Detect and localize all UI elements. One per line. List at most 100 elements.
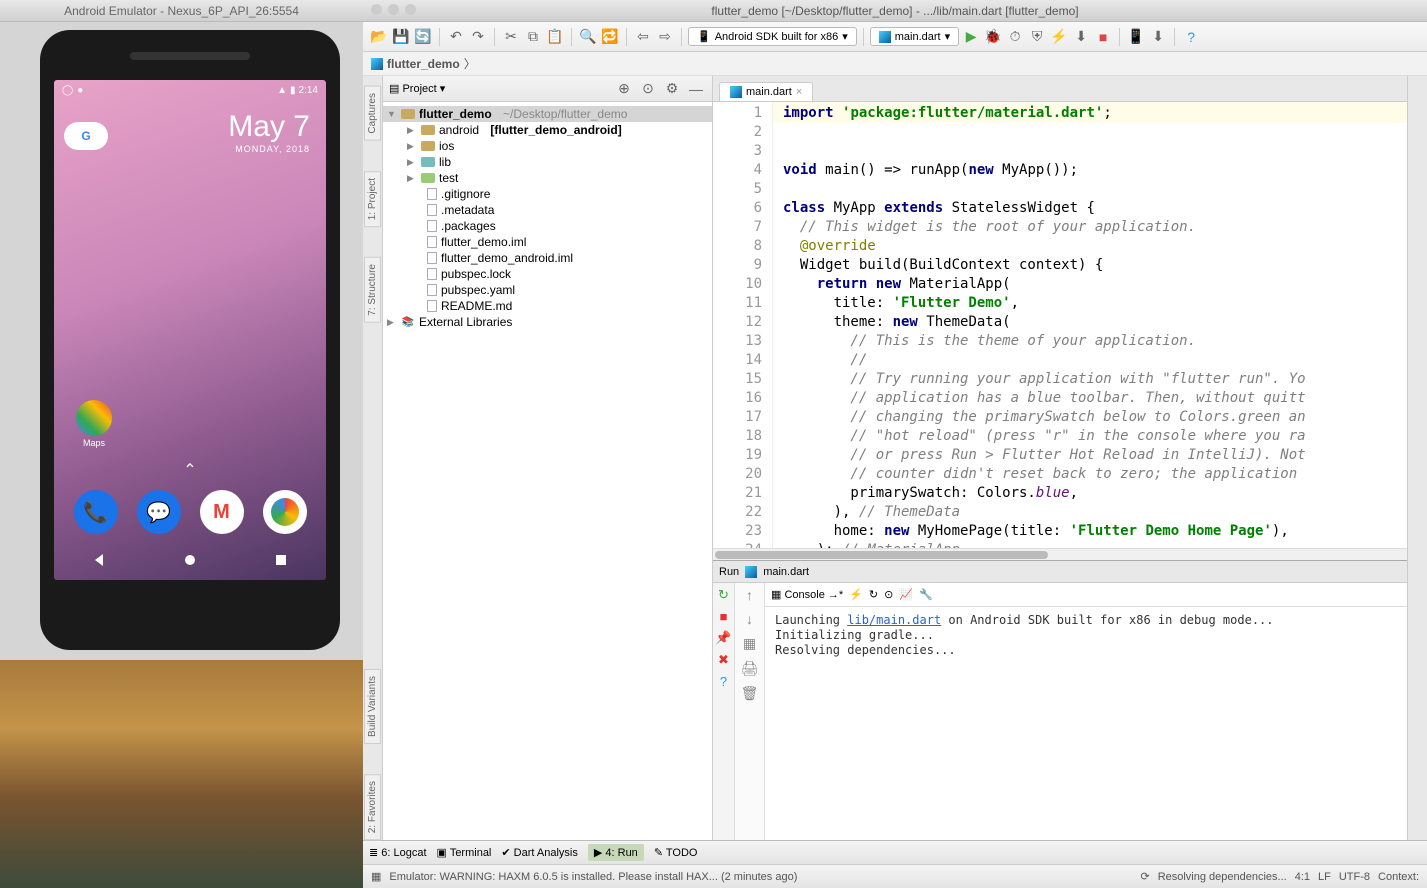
flutter-icon: [730, 86, 742, 98]
attach-icon[interactable]: ⬇: [1071, 27, 1091, 47]
traffic-close-icon[interactable]: [371, 4, 382, 15]
close-run-icon[interactable]: ✖: [718, 652, 729, 668]
sdk-icon[interactable]: ⬇: [1148, 27, 1168, 47]
project-sidetab[interactable]: 1: Project: [364, 171, 381, 227]
inspector-icon[interactable]: 🔧: [919, 588, 933, 601]
gear-icon[interactable]: ⚙: [662, 79, 682, 99]
breadcrumb[interactable]: flutter_demo〉: [363, 52, 1427, 76]
flutter-icon: [879, 31, 891, 43]
restart-icon[interactable]: ↻: [869, 588, 878, 601]
console-link[interactable]: lib/main.dart: [847, 613, 941, 627]
structure-sidetab[interactable]: 7: Structure: [364, 257, 381, 323]
project-panel: ▤ Project ▾ ⊕ ⊙ ⚙ — ▼flutter_demo ~/Desk…: [383, 76, 713, 840]
rerun-icon[interactable]: ↻: [718, 587, 729, 603]
trash-icon[interactable]: 🗑: [741, 685, 759, 702]
target-icon[interactable]: ⊙: [638, 79, 658, 99]
back-nav-icon[interactable]: [91, 552, 107, 568]
code-editor[interactable]: 123456789101112131415161718192021222324 …: [713, 102, 1407, 548]
layout-icon[interactable]: ▦: [743, 635, 756, 652]
battery-icon: ▮: [290, 85, 296, 96]
console-tab[interactable]: ▦ Console →*: [771, 588, 843, 601]
dot-icon: ●: [77, 85, 83, 96]
phone-screen[interactable]: ◯● ▲▮2:14 G May 7 MONDAY, 2018 Maps ⌃ 📞 …: [54, 80, 326, 580]
up-icon[interactable]: ↑: [746, 587, 753, 603]
recents-nav-icon[interactable]: [273, 552, 289, 568]
save-icon[interactable]: 💾: [391, 27, 411, 47]
captures-sidetab[interactable]: Captures: [364, 86, 381, 141]
device-selector[interactable]: 📱Android SDK built for x86▾: [688, 27, 857, 46]
avd-icon[interactable]: 📱: [1126, 27, 1146, 47]
desktop-wallpaper: [0, 660, 363, 888]
replace-icon[interactable]: 🔁: [600, 27, 620, 47]
cursor-position: 4:1: [1295, 871, 1310, 883]
hide-icon[interactable]: —: [686, 79, 706, 99]
file-encoding[interactable]: UTF-8: [1339, 871, 1370, 883]
status-progress: Resolving dependencies...: [1158, 871, 1287, 883]
back-icon[interactable]: ⇦: [633, 27, 653, 47]
redo-icon[interactable]: ↷: [468, 27, 488, 47]
phone-frame: ◯● ▲▮2:14 G May 7 MONDAY, 2018 Maps ⌃ 📞 …: [40, 30, 340, 650]
status-time: 2:14: [299, 85, 318, 96]
traffic-max-icon[interactable]: [405, 4, 416, 15]
open-icon[interactable]: 📂: [369, 27, 389, 47]
horizontal-scrollbar[interactable]: [713, 548, 1407, 560]
project-tree[interactable]: ▼flutter_demo ~/Desktop/flutter_demo ▶an…: [383, 102, 712, 840]
home-nav-icon[interactable]: [182, 552, 198, 568]
stop-run-icon[interactable]: ■: [720, 609, 728, 624]
messages-app-icon[interactable]: 💬: [137, 490, 181, 534]
run-config-selector[interactable]: main.dart▾: [870, 27, 959, 46]
context-label[interactable]: Context:: [1378, 871, 1419, 883]
coverage-icon[interactable]: ⛨: [1027, 27, 1047, 47]
profile-icon[interactable]: ⏱: [1005, 27, 1025, 47]
sync-icon[interactable]: 🔄: [413, 27, 433, 47]
debug-icon[interactable]: 🐞: [983, 27, 1003, 47]
phone-app-icon[interactable]: 📞: [74, 490, 118, 534]
traffic-min-icon[interactable]: [388, 4, 399, 15]
project-view-selector[interactable]: ▤ Project ▾: [389, 82, 445, 95]
gmail-app-icon[interactable]: M: [200, 490, 244, 534]
collapse-icon[interactable]: ⊕: [614, 79, 634, 99]
flutter-icon: [745, 566, 757, 578]
run-panel-label: Run: [719, 566, 739, 578]
dart-analysis-tab[interactable]: ✔ Dart Analysis: [501, 846, 577, 859]
close-tab-icon[interactable]: ×: [796, 86, 802, 98]
editor-tab[interactable]: main.dart×: [719, 82, 813, 101]
terminal-tab[interactable]: ▣ Terminal: [437, 846, 492, 859]
logcat-tab[interactable]: ≣ 6: Logcat: [369, 846, 427, 859]
emulator-title: Android Emulator - Nexus_6P_API_26:5554: [0, 0, 363, 22]
undo-icon[interactable]: ↶: [446, 27, 466, 47]
help-run-icon[interactable]: ?: [720, 674, 727, 689]
cut-icon[interactable]: ✂: [501, 27, 521, 47]
console-output[interactable]: Launching lib/main.dart on Android SDK b…: [765, 607, 1407, 664]
chart-icon[interactable]: 📈: [899, 588, 913, 601]
flash-icon[interactable]: ⚡: [849, 588, 863, 601]
phone-icon: 📱: [697, 30, 711, 43]
favorites-sidetab[interactable]: 2: Favorites: [364, 774, 381, 840]
library-icon: 📚: [401, 315, 415, 329]
paste-icon[interactable]: 📋: [545, 27, 565, 47]
down-icon[interactable]: ↓: [746, 611, 753, 627]
run-icon[interactable]: ▶: [961, 27, 981, 47]
find-icon[interactable]: 🔍: [578, 27, 598, 47]
status-message: Emulator: WARNING: HAXM 6.0.5 is install…: [389, 871, 797, 883]
signal-icon: ▲: [277, 85, 287, 96]
forward-icon[interactable]: ⇨: [655, 27, 675, 47]
chrome-app-icon[interactable]: [263, 490, 307, 534]
pin-icon[interactable]: 📌: [715, 630, 731, 646]
print-icon[interactable]: 🖨: [741, 660, 759, 677]
run-tab[interactable]: ▶ 4: Run: [588, 844, 644, 861]
line-sep[interactable]: LF: [1318, 871, 1331, 883]
open-devtools-icon[interactable]: ⊙: [884, 588, 893, 601]
todo-tab[interactable]: ✎ TODO: [654, 846, 698, 859]
copy-icon[interactable]: ⧉: [523, 27, 543, 47]
home-date-sub: MONDAY, 2018: [228, 144, 310, 154]
main-toolbar: 📂 💾 🔄 ↶ ↷ ✂ ⧉ 📋 🔍 🔁 ⇦ ⇨ 📱Android SDK bui…: [363, 22, 1427, 52]
ide-status-icon[interactable]: ▦: [371, 870, 381, 883]
hot-reload-icon[interactable]: ⚡: [1049, 27, 1069, 47]
google-search-pill[interactable]: G: [64, 122, 108, 150]
stop-icon[interactable]: ■: [1093, 27, 1113, 47]
help-icon[interactable]: ?: [1181, 27, 1201, 47]
app-drawer-arrow-icon[interactable]: ⌃: [183, 460, 196, 480]
variants-sidetab[interactable]: Build Variants: [364, 669, 381, 744]
maps-app-icon[interactable]: Maps: [74, 400, 114, 448]
